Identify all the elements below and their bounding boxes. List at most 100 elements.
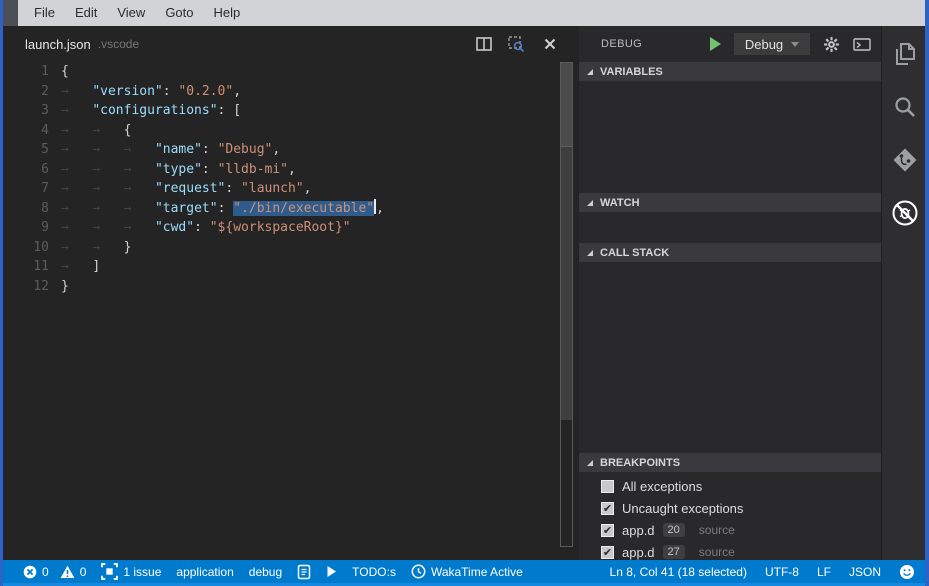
code-line[interactable]: 8→ → → "target": "./bin/executable", [3, 199, 576, 219]
editor-scrollbar[interactable] [560, 62, 573, 547]
issue-frame-icon [101, 563, 118, 580]
clock-icon [411, 564, 426, 579]
line-number[interactable]: 2 [3, 82, 49, 102]
tab-whitespace-marker: → [124, 220, 155, 235]
code-line[interactable]: 6→ → → "type": "lldb-mi", [3, 160, 576, 180]
section-header-watch[interactable]: WATCH [579, 193, 881, 212]
section-expand-icon [587, 460, 593, 466]
code-line[interactable]: 4→ → { [3, 121, 576, 141]
start-debug-button[interactable] [710, 37, 721, 51]
breakpoint-checkbox[interactable]: ✔ [601, 502, 614, 515]
section-expand-icon [587, 200, 593, 206]
debug-toolbar: Debug [710, 33, 871, 55]
section-header-variables[interactable]: VARIABLES [579, 62, 881, 81]
line-number[interactable]: 4 [3, 121, 49, 141]
encoding-indicator[interactable]: UTF-8 [765, 565, 799, 579]
line-number[interactable]: 11 [3, 257, 49, 277]
debug-sidebar: DEBUG Debug VARIABLES [579, 26, 881, 560]
code-line[interactable]: 11→ ] [3, 257, 576, 277]
eol-indicator[interactable]: LF [817, 565, 831, 579]
line-number[interactable]: 7 [3, 179, 49, 199]
breakpoint-checkbox[interactable] [601, 480, 614, 493]
menu-item-help[interactable]: Help [204, 0, 251, 26]
main-area: launch.json .vscode 1{2→ "version": "0.2… [3, 26, 925, 560]
status-bar: 0 0 1 issue application debug TODO:s [3, 560, 925, 583]
menu-item-view[interactable]: View [107, 0, 155, 26]
code-line[interactable]: 1{ [3, 62, 576, 82]
breakpoint-line-badge: 20 [663, 523, 685, 537]
task-file-icon[interactable] [297, 564, 311, 580]
tab-whitespace-marker: → [61, 162, 92, 177]
sidebar-title-bar: DEBUG Debug [579, 26, 881, 62]
code-line[interactable]: 2→ "version": "0.2.0", [3, 82, 576, 102]
line-number[interactable]: 10 [3, 238, 49, 258]
breakpoint-checkbox[interactable]: ✔ [601, 546, 614, 559]
menu-item-edit[interactable]: Edit [65, 0, 107, 26]
section-label-watch: WATCH [600, 197, 640, 209]
breakpoint-item[interactable]: ✔Uncaught exceptions [579, 497, 881, 519]
line-number[interactable]: 3 [3, 101, 49, 121]
tab-whitespace-marker: → [61, 123, 92, 138]
feedback-smiley-icon[interactable] [899, 564, 915, 580]
scrollbar-thumb-top[interactable] [561, 63, 572, 147]
error-count: 0 [42, 565, 49, 579]
status-right: Ln 8, Col 41 (18 selected) UTF-8 LF JSON [610, 564, 915, 580]
line-number[interactable]: 9 [3, 218, 49, 238]
problems-indicator[interactable]: 0 0 [23, 565, 86, 579]
scrollbar-thumb[interactable] [561, 147, 572, 420]
tab-whitespace-marker: → [92, 240, 123, 255]
preview-icon[interactable] [508, 36, 525, 52]
search-icon[interactable] [891, 93, 919, 121]
breakpoint-source-hint: source [699, 545, 735, 559]
tab-filename[interactable]: launch.json [25, 37, 91, 52]
code-line[interactable]: 12} [3, 277, 576, 297]
error-icon [23, 565, 37, 579]
code-lines[interactable]: 1{2→ "version": "0.2.0",3→ "configuratio… [3, 62, 576, 296]
breakpoint-item[interactable]: All exceptions [579, 475, 881, 497]
line-number[interactable]: 8 [3, 199, 49, 219]
git-icon[interactable] [891, 146, 919, 174]
breakpoints-list: All exceptions✔Uncaught exceptions✔app.d… [579, 472, 881, 563]
breakpoint-checkbox[interactable]: ✔ [601, 524, 614, 537]
line-number[interactable]: 1 [3, 62, 49, 82]
line-number[interactable]: 6 [3, 160, 49, 180]
status-application[interactable]: application [176, 565, 233, 579]
code-line[interactable]: 7→ → → "request": "launch", [3, 179, 576, 199]
section-header-call-stack[interactable]: CALL STACK [579, 243, 881, 262]
explorer-files-icon[interactable] [891, 40, 919, 68]
code-line[interactable]: 9→ → → "cwd": "${workspaceRoot}" [3, 218, 576, 238]
split-editor-icon[interactable] [475, 36, 492, 52]
status-todos[interactable]: TODO:s [352, 565, 396, 579]
line-number[interactable]: 5 [3, 140, 49, 160]
section-header-breakpoints[interactable]: BREAKPOINTS [579, 453, 881, 472]
editor-actions [475, 26, 558, 62]
debug-console-icon[interactable] [853, 37, 871, 52]
line-number[interactable]: 12 [3, 277, 49, 297]
section-expand-icon [587, 250, 593, 256]
configure-gear-icon[interactable] [823, 36, 840, 53]
tab-whitespace-marker: → [92, 162, 123, 177]
tab-whitespace-marker: → [92, 201, 123, 216]
tab-whitespace-marker: → [61, 181, 92, 196]
menu-bar: FileEditViewGotoHelp [3, 0, 925, 26]
run-task-play-icon[interactable] [326, 565, 337, 578]
activity-bar [881, 26, 928, 560]
close-icon[interactable] [541, 36, 558, 52]
window-corner-block [3, 0, 18, 26]
language-mode[interactable]: JSON [849, 565, 881, 579]
cursor-position[interactable]: Ln 8, Col 41 (18 selected) [610, 565, 747, 579]
status-wakatime[interactable]: WakaTime Active [411, 564, 523, 579]
menu-item-file[interactable]: File [24, 0, 65, 26]
menu-item-goto[interactable]: Goto [155, 0, 203, 26]
breakpoint-item[interactable]: ✔app.d20source [579, 519, 881, 541]
code-line[interactable]: 5→ → → "name": "Debug", [3, 140, 576, 160]
status-debug[interactable]: debug [249, 565, 282, 579]
debug-no-bug-icon[interactable] [891, 199, 919, 227]
tab-whitespace-marker: → [124, 181, 155, 196]
code-line[interactable]: 3→ "configurations": [ [3, 101, 576, 121]
code-line[interactable]: 10→ → } [3, 238, 576, 258]
watch-body [579, 212, 881, 243]
launch-config-dropdown[interactable]: Debug [734, 33, 810, 55]
status-left: 0 0 1 issue application debug TODO:s [23, 563, 610, 580]
issue-indicator[interactable]: 1 issue [101, 563, 161, 580]
